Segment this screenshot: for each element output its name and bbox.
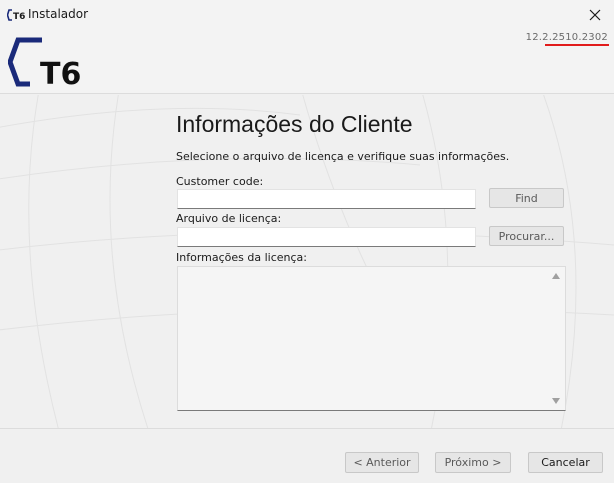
browse-button[interactable]: Procurar... — [489, 226, 564, 246]
license-file-input[interactable] — [177, 227, 476, 247]
content-area: Informações do Cliente Selecione o arqui… — [0, 95, 614, 428]
window-title: Instalador — [28, 7, 89, 21]
wizard-footer: < Anterior Próximo > Cancelar — [0, 428, 614, 483]
cancel-button[interactable]: Cancelar — [528, 452, 603, 473]
next-button[interactable]: Próximo > — [435, 452, 511, 473]
license-file-label: Arquivo de licença: — [176, 212, 282, 225]
close-button[interactable] — [582, 2, 608, 28]
svg-text:T6: T6 — [40, 57, 81, 90]
find-button[interactable]: Find — [489, 188, 564, 208]
scroll-up-arrow-icon[interactable] — [552, 273, 560, 279]
license-info-label: Informações da licença: — [176, 251, 307, 264]
page-title: Informações do Cliente — [176, 111, 413, 137]
back-button[interactable]: < Anterior — [345, 452, 419, 473]
close-icon — [589, 9, 601, 21]
installer-header: T6 12.2.2510.2302 — [0, 30, 614, 94]
t6-logo: T6 — [7, 34, 96, 92]
customer-code-label: Customer code: — [176, 175, 264, 188]
license-info-scrollbar[interactable] — [548, 267, 565, 410]
license-info-textarea[interactable] — [177, 266, 566, 411]
t6-small-logo-icon: T6 — [7, 8, 25, 22]
scroll-down-arrow-icon[interactable] — [552, 398, 560, 404]
page-subtitle: Selecione o arquivo de licença e verifiq… — [176, 150, 510, 163]
version-label: 12.2.2510.2302 — [525, 32, 608, 43]
title-bar: T6 Instalador — [0, 0, 614, 30]
customer-code-input[interactable] — [177, 189, 476, 209]
version-underline — [545, 44, 609, 46]
svg-text:T6: T6 — [13, 12, 25, 21]
